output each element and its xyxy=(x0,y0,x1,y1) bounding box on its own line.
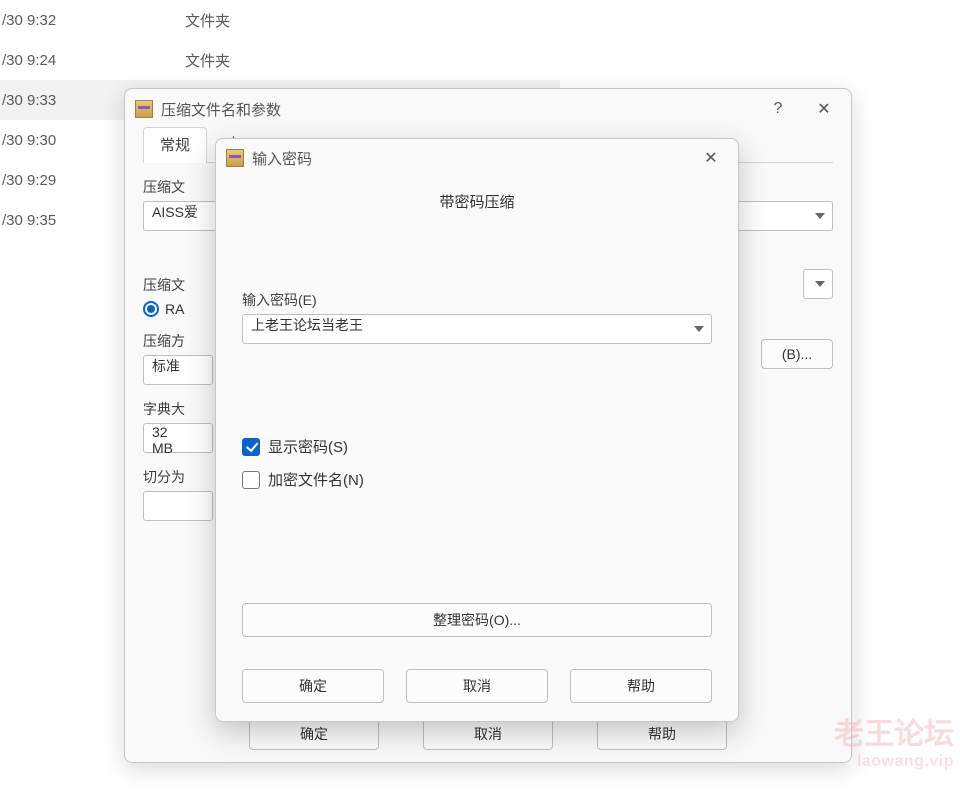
checkbox-checked-icon xyxy=(242,438,260,456)
tab-general[interactable]: 常规 xyxy=(143,127,207,163)
password-dialog-titlebar[interactable]: 输入密码 ✕ xyxy=(216,139,738,177)
winrar-icon xyxy=(226,149,244,167)
organize-passwords-button[interactable]: 整理密码(O)... xyxy=(242,603,712,637)
radio-selected-icon xyxy=(143,301,159,317)
show-password-label: 显示密码(S) xyxy=(268,436,348,457)
file-time: /30 9:24 xyxy=(0,52,175,69)
password-input[interactable]: 上老王论坛当老王 xyxy=(242,314,712,344)
cancel-button[interactable]: 取消 xyxy=(406,669,548,703)
checkbox-unchecked-icon xyxy=(242,471,260,489)
help-button[interactable]: 帮助 xyxy=(570,669,712,703)
ok-button[interactable]: 确定 xyxy=(249,718,379,750)
watermark-url: laowang.vip xyxy=(834,753,954,771)
show-password-checkbox[interactable]: 显示密码(S) xyxy=(242,436,712,457)
ok-button[interactable]: 确定 xyxy=(242,669,384,703)
watermark: 老王论坛 laowang.vip xyxy=(834,709,954,771)
archive-modify-combo[interactable] xyxy=(803,269,833,299)
help-button[interactable]: 帮助 xyxy=(597,718,727,750)
password-dialog-title: 输入密码 xyxy=(252,148,312,169)
password-dialog: 输入密码 ✕ 带密码压缩 输入密码(E) 上老王论坛当老王 显示密码(S) 加密… xyxy=(215,138,739,722)
close-icon[interactable]: ✕ xyxy=(688,142,734,174)
dictionary-size-combo[interactable]: 32 MB xyxy=(143,423,213,453)
file-type: 文件夹 xyxy=(175,10,230,31)
enter-password-label: 输入密码(E) xyxy=(242,290,712,310)
list-item[interactable]: /30 9:32 文件夹 xyxy=(0,0,560,40)
help-icon[interactable]: ? xyxy=(755,93,801,125)
file-type: 文件夹 xyxy=(175,50,230,71)
encrypt-names-checkbox[interactable]: 加密文件名(N) xyxy=(242,469,712,490)
encrypt-names-label: 加密文件名(N) xyxy=(268,469,364,490)
list-item[interactable]: /30 9:24 文件夹 xyxy=(0,40,560,80)
watermark-text: 老王论坛 xyxy=(834,709,954,753)
archive-dialog-titlebar[interactable]: 压缩文件名和参数 ? ✕ xyxy=(125,89,851,129)
winrar-icon xyxy=(135,100,153,118)
archive-dialog-title: 压缩文件名和参数 xyxy=(161,99,281,120)
close-icon[interactable]: ✕ xyxy=(801,93,847,125)
compression-method-combo[interactable]: 标准 xyxy=(143,355,213,385)
cancel-button[interactable]: 取消 xyxy=(423,718,553,750)
browse-button[interactable]: (B)... xyxy=(761,339,833,369)
file-time: /30 9:32 xyxy=(0,12,175,29)
split-size-combo[interactable] xyxy=(143,491,213,521)
format-radio-label: RA xyxy=(165,301,184,317)
password-dialog-subtitle: 带密码压缩 xyxy=(242,191,712,212)
